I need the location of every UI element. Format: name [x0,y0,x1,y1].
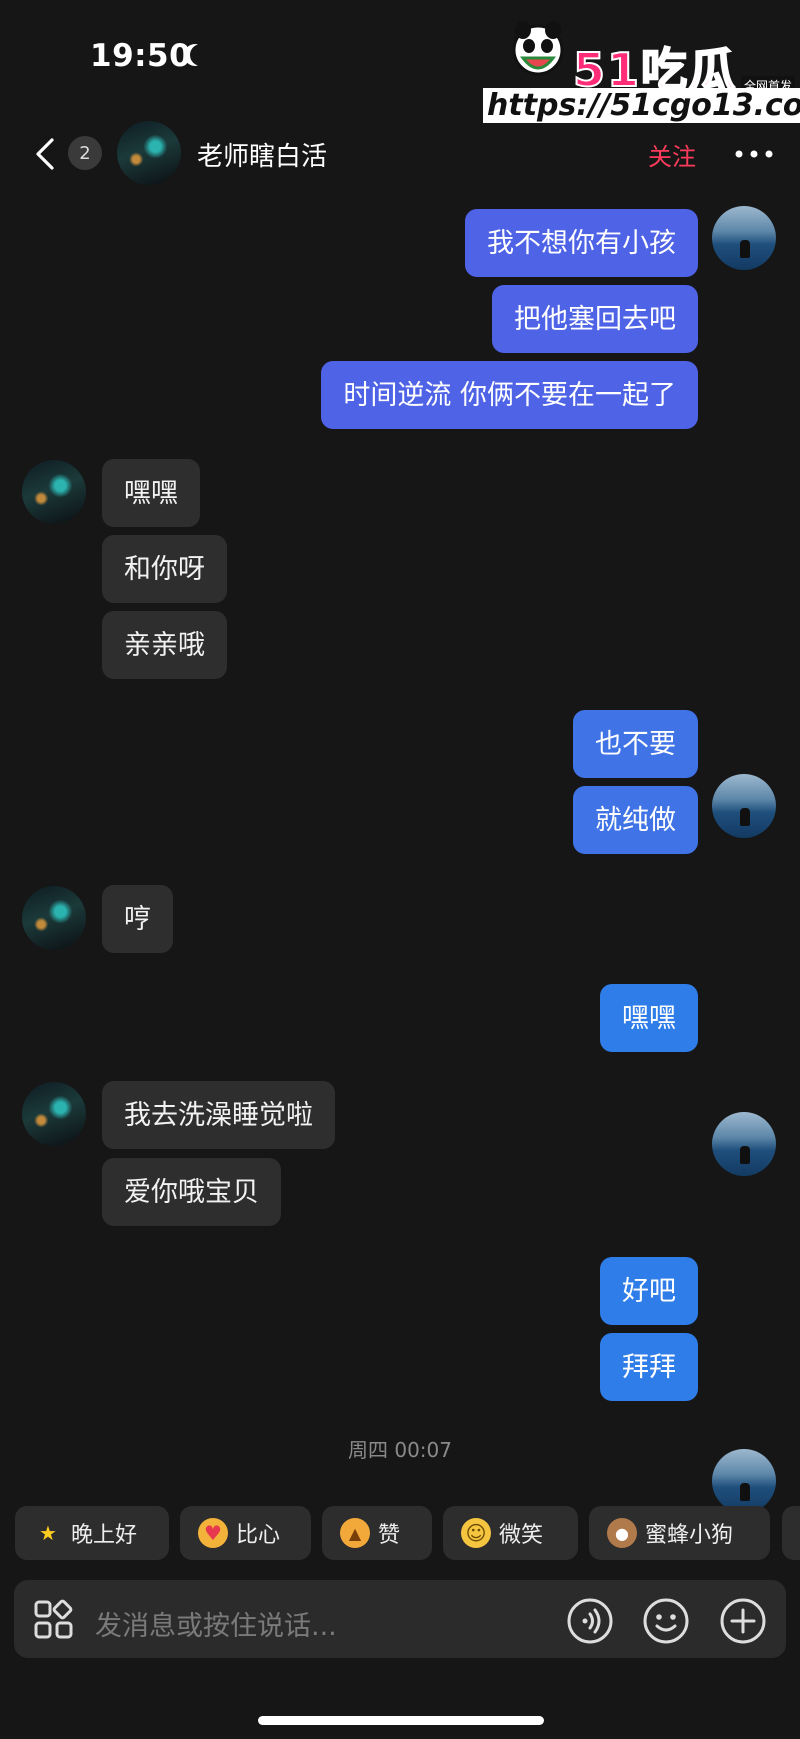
message-bubble-received[interactable]: 亲亲哦 [102,611,227,679]
message-bubble-sent[interactable]: 我不想你有小孩 [465,209,698,277]
moon-icon [190,44,212,66]
quick-reply-chip-partial[interactable] [782,1506,800,1560]
bee-dog-icon: ● [607,1518,637,1548]
contact-name[interactable]: 老师瞎白活 [197,136,327,173]
message-bubble-sent[interactable]: 把他塞回去吧 [492,285,698,353]
my-avatar[interactable] [712,206,776,270]
quick-reply-label: 赞 [378,1523,401,1548]
heart-hand-icon: ♥ [198,1518,228,1548]
add-icon[interactable] [719,1597,767,1645]
quick-reply-label: 蜜蜂小狗 [645,1523,734,1548]
message-bubble-received[interactable]: 爱你哦宝贝 [102,1158,281,1226]
contact-avatar[interactable] [117,121,181,185]
follow-button[interactable]: 关注 [648,137,696,172]
message-bubble-received[interactable]: 和你呀 [102,535,227,603]
quick-reply-chip[interactable]: ☺ 微笑 [443,1506,578,1560]
mascot-logo-icon [512,21,564,76]
unread-count-badge[interactable]: 2 [68,136,102,170]
message-input[interactable]: 发消息或按住说话... [95,1604,337,1643]
message-bubble-received[interactable]: 嘿嘿 [102,459,200,527]
quick-reply-label: 微笑 [499,1523,544,1548]
voice-icon[interactable] [566,1597,614,1645]
message-bubble-sent[interactable]: 好吧 [600,1257,698,1325]
quick-reply-chip[interactable]: ● 蜜蜂小狗 [589,1506,770,1560]
message-timestamp: 周四 00:07 [348,1438,452,1462]
quick-reply-chip[interactable]: ♥ 比心 [180,1506,311,1560]
contact-avatar[interactable] [22,1082,86,1146]
apps-grid-icon[interactable] [33,1599,75,1641]
more-icon[interactable] [734,150,774,158]
my-avatar[interactable] [712,774,776,838]
message-bubble-sent[interactable]: 时间逆流 你俩不要在一起了 [321,361,698,429]
contact-avatar[interactable] [22,886,86,950]
quick-reply-label: 晚上好 [71,1523,138,1548]
message-bubble-sent[interactable]: 嘿嘿 [600,984,698,1052]
quick-reply-chip[interactable]: ▲ 赞 [322,1506,432,1560]
emoji-icon[interactable] [642,1597,690,1645]
message-bubble-received[interactable]: 哼 [102,885,173,953]
message-bubble-received[interactable]: 我去洗澡睡觉啦 [102,1081,335,1149]
home-indicator[interactable] [258,1716,544,1725]
message-bubble-sent[interactable]: 拜拜 [600,1333,698,1401]
message-bubble-sent[interactable]: 也不要 [573,710,698,778]
my-avatar[interactable] [712,1112,776,1176]
message-bubble-sent[interactable]: 就纯做 [573,786,698,854]
watermark: 51吃瓜 全网首发 https://51cgo13.com [483,10,800,123]
quick-reply-label: 比心 [236,1523,281,1548]
watermark-url: https://51cgo13.com [483,88,800,123]
back-chevron-icon[interactable] [30,137,62,171]
star-icon: ★ [39,1521,57,1545]
contact-avatar[interactable] [22,460,86,524]
status-time: 19:50 [90,38,192,74]
quick-reply-chip[interactable]: ★ 晚上好 [15,1506,169,1560]
thumbs-up-icon: ▲ [340,1518,370,1548]
smile-icon: ☺ [461,1518,491,1548]
